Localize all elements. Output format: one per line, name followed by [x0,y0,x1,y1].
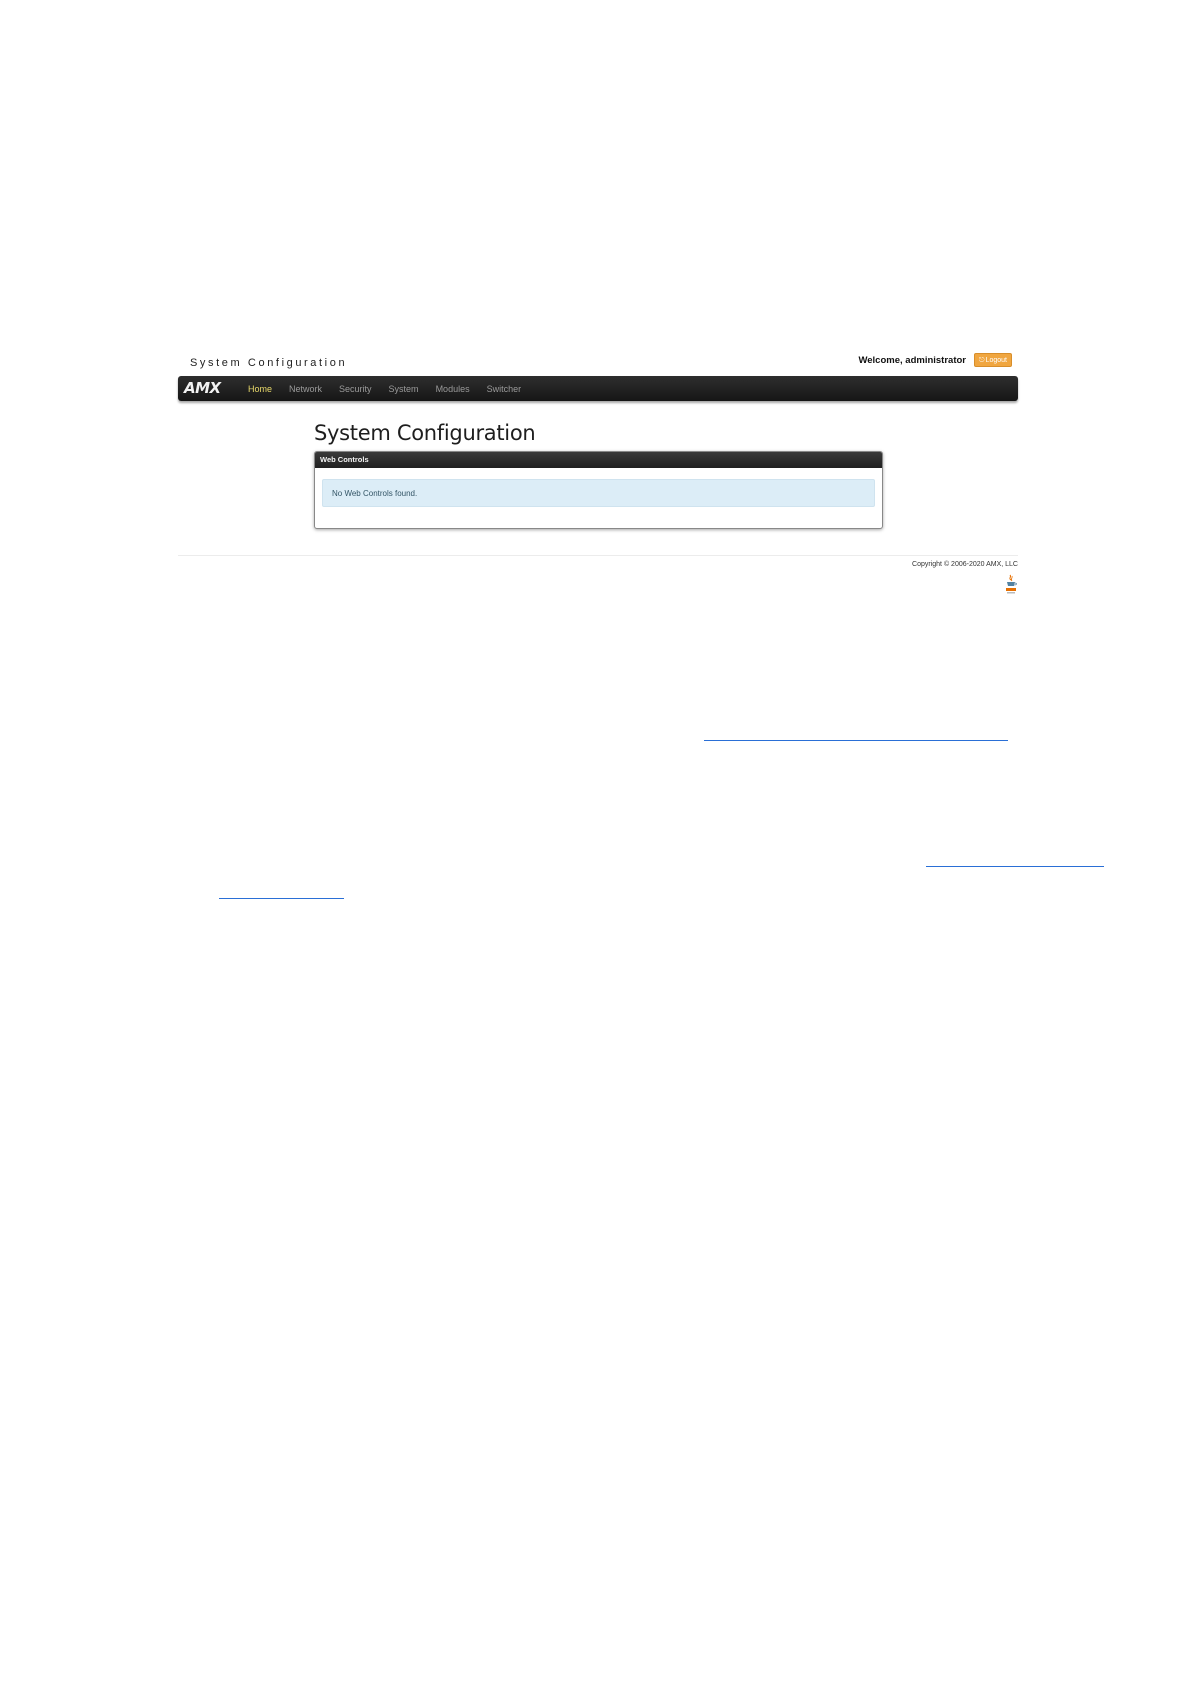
welcome-message: Welcome, administrator [858,355,966,366]
java-icon[interactable] [1004,574,1018,596]
logout-button[interactable]: ⎋Logout [974,353,1012,367]
nav-item-modules[interactable]: Modules [436,384,470,394]
document-link-underline[interactable] [926,866,1104,867]
nav-item-switcher[interactable]: Switcher [487,384,522,394]
logout-icon: ⎋ [979,357,985,364]
document-link-underline[interactable] [704,740,1008,741]
copyright-text: Copyright © 2006-2020 AMX, LLC [912,561,1018,568]
logout-label: Logout [985,357,1007,364]
nav-item-network[interactable]: Network [289,384,322,394]
navbar: AMX Home Network Security System Modules… [178,376,1018,401]
footer-divider [178,555,1018,556]
nav-item-security[interactable]: Security [339,384,372,394]
nav-item-home[interactable]: Home [248,384,272,394]
page-title: System Configuration [314,421,536,445]
nav-item-system[interactable]: System [389,384,419,394]
web-controls-panel: Web Controls No Web Controls found. [314,451,883,529]
app-title: System Configuration [190,357,348,369]
panel-header: Web Controls [315,452,882,468]
screenshot-frame: System Configuration Welcome, administra… [178,345,1020,595]
nav-menu: Home Network Security System Modules Swi… [248,376,538,401]
document-link-underline[interactable] [219,898,344,899]
brand-logo[interactable]: AMX [184,380,221,397]
info-alert: No Web Controls found. [322,479,875,507]
